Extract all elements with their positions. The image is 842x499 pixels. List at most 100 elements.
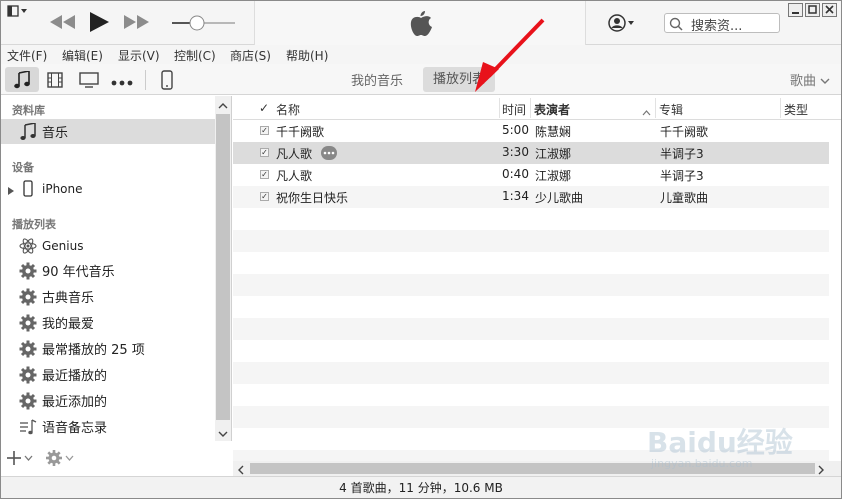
column-divider — [655, 98, 656, 118]
sidebar-item-label: 我的最爱 — [42, 317, 95, 332]
song-name: 千千阙歌 — [276, 125, 325, 139]
sidebar-scrollbar[interactable] — [215, 96, 231, 441]
column-divider — [530, 98, 531, 118]
view-selector-label: 歌曲 — [790, 74, 817, 89]
scroll-up-icon[interactable] — [218, 99, 228, 113]
song-time: 5:00 — [502, 123, 529, 137]
settings-button[interactable] — [45, 449, 77, 470]
itunes-window: 搜索资... 文件(F) 编辑(E) 显示(V) 控制(C) 商店(S) 帮助(… — [0, 0, 842, 499]
menu-controls[interactable]: 控制(C) — [174, 47, 216, 64]
maximize-button[interactable] — [805, 3, 820, 17]
sidebar-item-iphone[interactable]: iPhone — [1, 176, 215, 201]
baidu-watermark: Baidu经验 jingyan.baidu.com — [641, 401, 836, 471]
view-selector[interactable]: 歌曲 — [790, 70, 830, 89]
sidebar-item-recently-added[interactable]: 最近添加的 — [1, 388, 215, 413]
library-header: 资料库 — [12, 104, 45, 117]
disclosure-triangle-icon[interactable] — [8, 184, 14, 198]
song-artist: 江淑娜 — [535, 169, 572, 183]
song-artist: 陈慧娴 — [535, 125, 572, 139]
search-box[interactable]: 搜索资... — [664, 13, 780, 34]
plus-icon — [7, 451, 33, 465]
row-checkbox[interactable]: ✓ — [260, 126, 269, 135]
media-toolbar: 我的音乐 播放列表 歌曲 — [1, 18, 841, 95]
music-media-button[interactable] — [5, 67, 39, 92]
sidebar-item-favorites[interactable]: 我的最爱 — [1, 310, 215, 335]
table-row[interactable]: ✓ 凡人歌 0:40 江淑娜 半调子3 — [233, 164, 829, 186]
column-header-genre[interactable]: 类型 — [784, 101, 808, 118]
gear-icon — [46, 450, 74, 466]
sidebar-item-recently-played[interactable]: 最近播放的 — [1, 362, 215, 387]
music-note-icon — [18, 122, 38, 141]
tab-my-music[interactable]: 我的音乐 — [351, 70, 403, 89]
sidebar-footer — [1, 441, 232, 476]
table-row[interactable]: ✓ 凡人歌 3:30 江淑娜 半调子3 — [233, 142, 829, 164]
sidebar-item-label: 最常播放的 25 项 — [42, 343, 145, 358]
search-placeholder: 搜索资... — [691, 19, 743, 34]
rewind-icon[interactable] — [48, 13, 76, 34]
account-icon[interactable] — [607, 13, 635, 36]
devices-header: 设备 — [12, 161, 34, 174]
song-time: 3:30 — [502, 145, 529, 159]
genius-atom-icon — [18, 237, 38, 255]
sidebar-item-label: 音乐 — [42, 126, 69, 141]
smart-playlist-gear-icon — [18, 288, 38, 306]
column-header-name[interactable]: 名称 — [276, 101, 300, 118]
sidebar-item-classical-music[interactable]: 古典音乐 — [1, 284, 215, 309]
sidebar: 资料库 音乐 设备 iPhone 播放列表 Genius 90 年代音乐 古典音… — [1, 96, 232, 476]
row-checkbox[interactable]: ✓ — [260, 170, 269, 179]
song-album: 半调子3 — [660, 147, 704, 161]
more-options-icon[interactable] — [321, 146, 337, 160]
menu-help[interactable]: 帮助(H) — [286, 47, 328, 64]
search-icon — [669, 17, 683, 34]
menu-store[interactable]: 商店(S) — [230, 47, 271, 64]
menu-file[interactable]: 文件(F) — [7, 47, 47, 64]
row-checkbox[interactable]: ✓ — [260, 148, 269, 157]
menu-view[interactable]: 显示(V) — [118, 47, 160, 64]
menu-edit[interactable]: 编辑(E) — [62, 47, 103, 64]
watermark-brand: Baidu经验 — [647, 426, 793, 459]
table-row[interactable]: ✓ 祝你生日快乐 1:34 少儿歌曲 儿童歌曲 — [233, 186, 829, 208]
row-checkbox[interactable]: ✓ — [260, 192, 269, 201]
table-header: ✓ 名称 时间 表演者 专辑 类型 — [233, 96, 841, 120]
volume-slider[interactable] — [171, 13, 237, 33]
music-note-icon — [14, 70, 30, 88]
sidebar-item-90s-music[interactable]: 90 年代音乐 — [1, 258, 215, 283]
song-time: 0:40 — [502, 167, 529, 181]
play-icon[interactable] — [88, 10, 110, 37]
song-album: 儿童歌曲 — [660, 191, 709, 205]
iphone-device-icon[interactable] — [161, 70, 173, 93]
sort-ascending-icon — [642, 105, 651, 119]
movies-icon[interactable] — [47, 72, 63, 91]
minimize-button[interactable] — [788, 3, 803, 17]
column-header-artist[interactable]: 表演者 — [534, 101, 570, 118]
sidebar-item-music[interactable]: 音乐 — [1, 119, 215, 144]
menu-bar: 文件(F) 编辑(E) 显示(V) 控制(C) 商店(S) 帮助(H) — [1, 45, 841, 64]
column-header-time[interactable]: 时间 — [502, 101, 526, 118]
table-row[interactable]: ✓ 千千阙歌 5:00 陈慧娴 千千阙歌 — [233, 120, 829, 142]
playlists-header: 播放列表 — [12, 218, 56, 231]
more-icon[interactable] — [111, 76, 133, 90]
sidebar-item-top-25[interactable]: 最常播放的 25 项 — [1, 336, 215, 361]
smart-playlist-gear-icon — [18, 314, 38, 332]
sidebar-item-voice-memos[interactable]: 语音备忘录 — [1, 414, 215, 439]
sidebar-item-genius[interactable]: Genius — [1, 233, 215, 258]
title-bar: 搜索资... — [1, 1, 841, 45]
watermark-url: jingyan.baidu.com — [651, 457, 753, 470]
sidebar-scroll-thumb[interactable] — [216, 114, 230, 420]
song-album: 千千阙歌 — [660, 125, 709, 139]
annotation-arrow — [471, 14, 551, 99]
chevron-down-icon — [820, 78, 830, 84]
song-name: 祝你生日快乐 — [276, 191, 349, 205]
column-header-album[interactable]: 专辑 — [659, 101, 683, 118]
close-button[interactable] — [822, 3, 837, 17]
tv-icon[interactable] — [79, 72, 99, 91]
add-playlist-button[interactable] — [7, 449, 35, 470]
playlist-list-icon — [18, 418, 38, 436]
fast-forward-icon[interactable] — [123, 13, 151, 34]
scroll-down-icon[interactable] — [218, 427, 228, 441]
column-header-check[interactable]: ✓ — [259, 101, 269, 115]
sidebar-item-label: 90 年代音乐 — [42, 265, 115, 280]
sidebar-item-label: 古典音乐 — [42, 291, 95, 306]
window-menu-icon[interactable] — [7, 5, 29, 19]
toolbar-divider — [145, 70, 146, 90]
